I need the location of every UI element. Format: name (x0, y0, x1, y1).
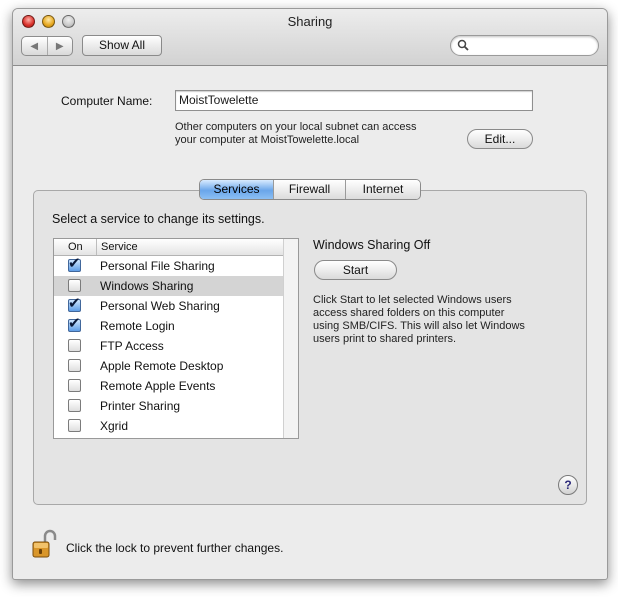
table-header: On Service (54, 239, 283, 256)
service-row[interactable]: Windows Sharing (54, 276, 283, 296)
start-button[interactable]: Start (314, 260, 397, 280)
service-checkbox[interactable] (68, 419, 81, 432)
service-label: Printer Sharing (100, 399, 181, 413)
edit-button[interactable]: Edit... (467, 129, 533, 149)
magnifier-icon (457, 39, 469, 51)
column-divider (96, 239, 97, 255)
service-label: Personal Web Sharing (100, 299, 220, 313)
padlock-open-icon[interactable] (32, 529, 58, 559)
service-label: Remote Apple Events (100, 379, 216, 393)
help-button[interactable]: ? (558, 475, 578, 495)
services-table: On Service ✔ Personal File Sharing Window… (53, 238, 299, 439)
service-row[interactable]: Printer Sharing (54, 396, 283, 416)
service-label: Apple Remote Desktop (100, 359, 224, 373)
services-prompt: Select a service to change its settings. (52, 212, 265, 226)
computer-name-label: Computer Name: (61, 94, 153, 108)
service-checkbox[interactable] (68, 279, 81, 292)
service-row[interactable]: Remote Apple Events (54, 376, 283, 396)
title-bar: Sharing ◀ ▶ Show All (13, 9, 607, 66)
service-row[interactable]: Apple Remote Desktop (54, 356, 283, 376)
checkmark-icon: ✔ (68, 314, 81, 332)
service-row[interactable]: FTP Access (54, 336, 283, 356)
service-list: ✔ Personal File Sharing Windows Sharing ✔… (54, 256, 283, 436)
back-arrow-icon[interactable]: ◀ (22, 37, 47, 55)
tab-internet[interactable]: Internet (345, 180, 420, 199)
service-row[interactable]: ✔ Personal Web Sharing (54, 296, 283, 316)
forward-arrow-icon[interactable]: ▶ (46, 37, 73, 55)
service-label: Remote Login (100, 319, 175, 333)
service-checkbox[interactable] (68, 379, 81, 392)
service-label: Personal File Sharing (100, 259, 215, 273)
window-title: Sharing (287, 14, 333, 29)
service-label: Xgrid (100, 419, 129, 433)
sharing-status: Windows Sharing Off (313, 238, 431, 252)
service-row[interactable]: ✔ Personal File Sharing (54, 256, 283, 276)
service-row[interactable]: ✔ Remote Login (54, 316, 283, 336)
description-line4: users print to shared printers. (313, 333, 457, 345)
subnet-info-line1: Other computers on your local subnet can… (175, 121, 417, 133)
search-field[interactable] (450, 35, 599, 56)
service-checkbox[interactable] (68, 339, 81, 352)
description-line1: Click Start to let selected Windows user… (313, 294, 512, 306)
checkmark-icon: ✔ (68, 254, 81, 272)
description-line2: access shared folders on this computer (313, 307, 505, 319)
service-row[interactable]: Xgrid (54, 416, 283, 436)
show-all-button[interactable]: Show All (82, 35, 162, 56)
service-label: FTP Access (100, 339, 164, 353)
service-checkbox[interactable]: ✔ (68, 294, 81, 312)
column-on-header[interactable]: On (68, 239, 83, 255)
tab-bar: Services Firewall Internet (199, 179, 421, 200)
lock-message: Click the lock to prevent further change… (66, 541, 284, 555)
service-checkbox[interactable] (68, 399, 81, 412)
service-checkbox[interactable] (68, 359, 81, 372)
subnet-info-line2: your computer at MoistTowelette.local (175, 134, 360, 146)
service-checkbox[interactable]: ✔ (68, 254, 81, 272)
computer-name-field[interactable]: MoistTowelette (175, 90, 533, 111)
service-label: Windows Sharing (100, 279, 194, 293)
search-input[interactable] (471, 37, 595, 55)
description-line3: using SMB/CIFS. This will also let Windo… (313, 320, 525, 332)
service-checkbox[interactable]: ✔ (68, 314, 81, 332)
checkmark-icon: ✔ (68, 294, 81, 312)
sharing-window: Sharing ◀ ▶ Show All Computer Name: Mois… (12, 8, 608, 580)
tab-services[interactable]: Services (200, 180, 273, 199)
back-forward-control: ◀ ▶ (21, 36, 73, 56)
column-service-header[interactable]: Service (101, 239, 138, 255)
table-scrollbar[interactable] (283, 239, 298, 438)
tab-firewall[interactable]: Firewall (273, 180, 345, 199)
